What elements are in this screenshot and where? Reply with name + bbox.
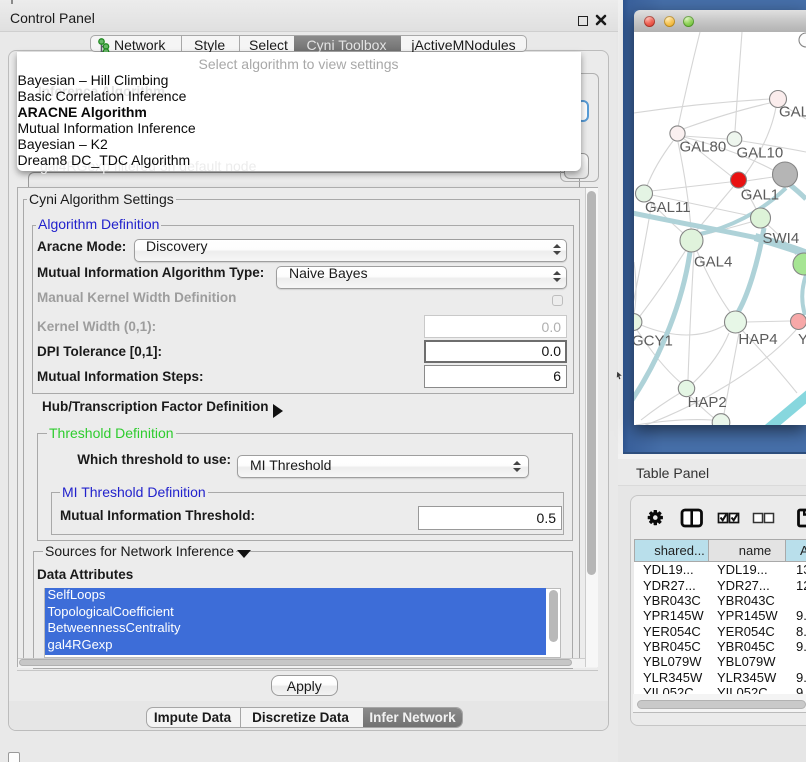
- svg-text:YM: YM: [798, 331, 806, 348]
- svg-text:HAP4: HAP4: [738, 331, 777, 348]
- svg-text:GAL1: GAL1: [741, 186, 779, 203]
- svg-text:SWI4: SWI4: [763, 230, 800, 247]
- svg-text:GCY1: GCY1: [634, 332, 673, 349]
- svg-text:GAL80: GAL80: [680, 138, 727, 155]
- svg-text:GAL4: GAL4: [694, 254, 732, 271]
- svg-text:HAP2: HAP2: [688, 394, 727, 411]
- svg-text:GAL11: GAL11: [645, 199, 691, 216]
- svg-text:GAL7: GAL7: [779, 104, 806, 121]
- svg-text:GAL10: GAL10: [737, 145, 784, 162]
